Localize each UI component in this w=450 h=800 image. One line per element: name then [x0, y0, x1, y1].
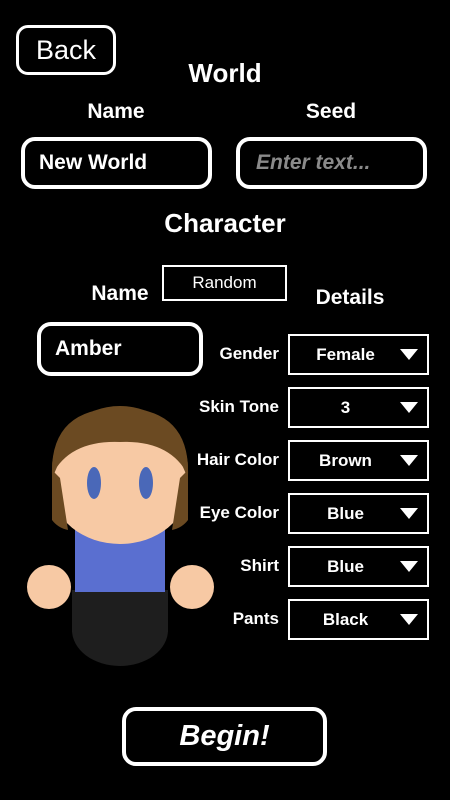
skin-tone-value: 3 — [340, 397, 351, 417]
chevron-down-icon — [391, 454, 427, 467]
hair-color-label: Hair Color — [196, 450, 279, 469]
gender-dropdown[interactable]: Female — [288, 334, 429, 375]
seed-input[interactable] — [236, 137, 427, 189]
world-name-label: Name — [87, 100, 145, 123]
shirt-dropdown[interactable]: Blue — [288, 546, 429, 587]
chevron-down-icon — [391, 560, 427, 573]
hair-color-value: Brown — [319, 450, 372, 470]
character-heading: Character — [164, 208, 286, 238]
shirt-label: Shirt — [240, 556, 279, 575]
skin-tone-dropdown[interactable]: 3 — [288, 387, 429, 428]
character-avatar — [27, 406, 214, 666]
seed-label: Seed — [305, 100, 357, 123]
pants-label: Pants — [232, 609, 279, 628]
hair-color-dropdown[interactable]: Brown — [288, 440, 429, 481]
shirt-value: Blue — [327, 556, 364, 576]
avatar-pants — [72, 590, 168, 632]
eye-color-dropdown[interactable]: Blue — [288, 493, 429, 534]
gender-label: Gender — [219, 344, 279, 363]
character-name-input[interactable] — [37, 322, 203, 376]
random-button[interactable]: Random — [162, 265, 287, 301]
world-name-input[interactable] — [21, 137, 212, 189]
avatar-left-eye — [87, 467, 101, 499]
chevron-down-icon — [391, 507, 427, 520]
eye-color-label: Eye Color — [199, 503, 279, 522]
gender-value: Female — [316, 344, 375, 364]
pants-dropdown[interactable]: Black — [288, 599, 429, 640]
avatar-right-eye — [139, 467, 153, 499]
chevron-down-icon — [391, 401, 427, 414]
begin-button[interactable]: Begin! — [122, 707, 327, 766]
eye-color-value: Blue — [327, 503, 364, 523]
character-name-label: Name — [91, 282, 149, 305]
pants-value: Black — [322, 609, 369, 629]
chevron-down-icon — [391, 613, 427, 626]
world-heading: World — [188, 58, 262, 88]
details-label: Details — [315, 286, 385, 309]
chevron-down-icon — [391, 348, 427, 361]
avatar-left-hand — [27, 565, 71, 609]
skin-tone-label: Skin Tone — [199, 397, 279, 416]
avatar-right-hand — [170, 565, 214, 609]
